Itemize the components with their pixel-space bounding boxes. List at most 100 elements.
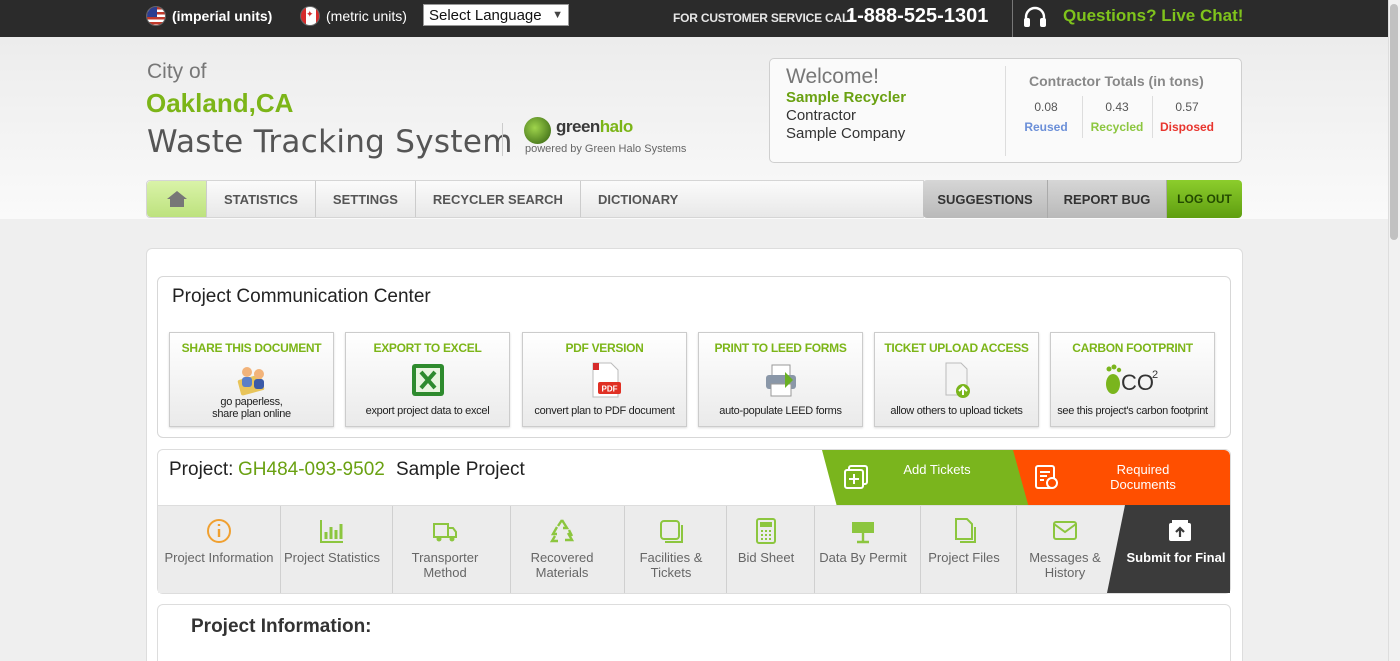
page-scrollbar[interactable] <box>1388 0 1400 661</box>
truck-icon <box>433 523 457 542</box>
total-disposed-label: Disposed <box>1159 120 1214 134</box>
system-title: Waste Tracking System <box>147 124 513 160</box>
excel-icon <box>411 364 444 396</box>
tab-recovered-materials[interactable]: Recovered Materials <box>512 505 612 593</box>
share-document-card[interactable]: SHARE THIS DOCUMENT go paperless, share … <box>169 332 334 427</box>
tab-project-information[interactable]: Project Information <box>162 505 276 593</box>
green-halo-logo-text: greenhalo <box>556 117 633 137</box>
top-bar-divider <box>1012 0 1013 37</box>
export-excel-card[interactable]: EXPORT TO EXCEL export project data to e… <box>345 332 510 427</box>
required-documents-icon <box>1035 465 1058 489</box>
nav-settings[interactable]: SETTINGS <box>316 181 416 217</box>
chart-icon <box>320 520 343 543</box>
card-description: auto-populate LEED forms <box>719 405 842 417</box>
tab-submit-for-final[interactable]: Submit for Final <box>1107 505 1230 593</box>
live-chat-link[interactable]: Questions? Live Chat! <box>1063 6 1243 26</box>
tab-divider <box>510 506 511 593</box>
print-leed-card[interactable]: PRINT TO LEED FORMS auto-populate LEED f… <box>698 332 863 427</box>
card-title: EXPORT TO EXCEL <box>373 341 482 355</box>
ticket-upload-card[interactable]: TICKET UPLOAD ACCESS allow others to upl… <box>874 332 1039 427</box>
tab-label: Transporter Method <box>411 550 479 580</box>
report-bug-button[interactable]: REPORT BUG <box>1048 180 1167 218</box>
tab-label: Project Statistics <box>283 550 381 565</box>
add-tickets-label: Add Tickets <box>903 462 971 477</box>
customer-service-label: FOR CUSTOMER SERVICE CALL <box>673 11 857 25</box>
language-select[interactable]: Select Language ▼ <box>423 4 569 26</box>
language-select-value: Select Language <box>429 6 542 24</box>
headset-icon[interactable] <box>1023 6 1047 28</box>
card-title: SHARE THIS DOCUMENT <box>181 341 322 355</box>
card-title: PRINT TO LEED FORMS <box>714 341 847 355</box>
project-information-title: Project Information: <box>191 616 372 637</box>
co2-footprint-icon: CO 2 <box>1105 364 1158 395</box>
tab-divider <box>624 506 625 593</box>
share-people-icon <box>237 367 264 396</box>
imperial-units-toggle[interactable]: (imperial units) <box>146 5 272 27</box>
calculator-icon <box>756 518 776 544</box>
title-divider <box>502 123 503 156</box>
tab-divider <box>814 506 815 593</box>
imperial-units-label: (imperial units) <box>172 8 273 24</box>
main-nav: STATISTICS SETTINGS RECYCLER SEARCH DICT… <box>146 180 924 218</box>
card-title: PDF VERSION <box>565 341 644 355</box>
tab-divider <box>1016 506 1017 593</box>
logo-halo-text: halo <box>599 117 633 136</box>
add-tickets-button[interactable]: Add Tickets <box>822 450 1030 505</box>
communication-center-title: Project Communication Center <box>172 286 431 307</box>
total-disposed: 0.57 Disposed <box>1152 100 1222 134</box>
contractor-totals-title: Contractor Totals (in tons) <box>1029 73 1204 89</box>
suggestions-button[interactable]: SUGGESTIONS <box>923 180 1048 218</box>
total-reused-value: 0.08 <box>1034 100 1058 114</box>
user-role: Contractor <box>786 107 857 124</box>
info-icon <box>207 519 231 543</box>
card-description: export project data to excel <box>365 405 490 417</box>
tab-label: Bid Sheet <box>737 550 795 565</box>
tab-divider <box>392 506 393 593</box>
pdf-version-card[interactable]: PDF VERSION PDF convert plan to PDF docu… <box>522 332 687 427</box>
required-documents-label: Required Documents <box>1110 462 1176 492</box>
tab-bid-sheet[interactable]: Bid Sheet <box>728 505 804 593</box>
tab-label: Project Information <box>164 550 274 565</box>
tab-project-statistics[interactable]: Project Statistics <box>282 505 382 593</box>
city-name: Oakland,CA <box>146 88 294 118</box>
tab-data-by-permit[interactable]: Data By Permit <box>816 505 910 593</box>
svg-text:CO: CO <box>1121 370 1154 395</box>
nav-right-group: SUGGESTIONS REPORT BUG LOG OUT <box>923 180 1242 218</box>
required-documents-button[interactable]: Required Documents <box>1013 450 1230 505</box>
carbon-footprint-card[interactable]: CARBON FOOTPRINT CO 2 see this project's… <box>1050 332 1215 427</box>
tab-label: Facilities & Tickets <box>639 550 703 580</box>
scrollbar-thumb[interactable] <box>1390 4 1398 240</box>
tab-messages-history[interactable]: Messages & History <box>1018 505 1112 593</box>
logout-button[interactable]: LOG OUT <box>1167 180 1242 218</box>
card-title: CARBON FOOTPRINT <box>1072 341 1193 355</box>
canada-flag-icon <box>300 6 320 26</box>
chevron-down-icon: ▼ <box>552 9 563 21</box>
total-disposed-value: 0.57 <box>1175 100 1199 114</box>
total-reused-label: Reused <box>1024 120 1068 134</box>
welcome-divider <box>1005 66 1006 156</box>
customer-service-phone[interactable]: 1-888-525-1301 <box>846 5 988 28</box>
recycle-icon <box>549 519 575 543</box>
tab-divider <box>280 506 281 593</box>
tab-transporter-method[interactable]: Transporter Method <box>394 505 496 593</box>
add-ticket-icon <box>844 465 868 489</box>
metric-units-label: (metric units) <box>326 8 407 24</box>
metric-units-toggle[interactable]: (metric units) <box>300 5 407 27</box>
tab-label: Recovered Materials <box>530 550 594 580</box>
tab-project-files[interactable]: Project Files <box>922 505 1006 593</box>
tab-facilities-tickets[interactable]: Facilities & Tickets <box>626 505 716 593</box>
project-code: GH484-093-9502 <box>238 459 385 480</box>
permit-sign-icon <box>852 522 874 544</box>
nav-home-button[interactable] <box>147 181 207 217</box>
svg-text:2: 2 <box>1152 369 1158 381</box>
nav-statistics[interactable]: STATISTICS <box>207 181 316 217</box>
user-name: Sample Recycler <box>786 89 907 106</box>
user-company: Sample Company <box>786 125 906 142</box>
nav-recycler-search[interactable]: RECYCLER SEARCH <box>416 181 581 217</box>
project-label: Project: <box>169 459 234 480</box>
total-reused: 0.08 Reused <box>1011 100 1081 134</box>
upload-document-icon <box>945 362 970 398</box>
tab-label: Data By Permit <box>819 550 907 565</box>
nav-dictionary[interactable]: DICTIONARY <box>581 181 695 217</box>
tab-divider <box>920 506 921 593</box>
